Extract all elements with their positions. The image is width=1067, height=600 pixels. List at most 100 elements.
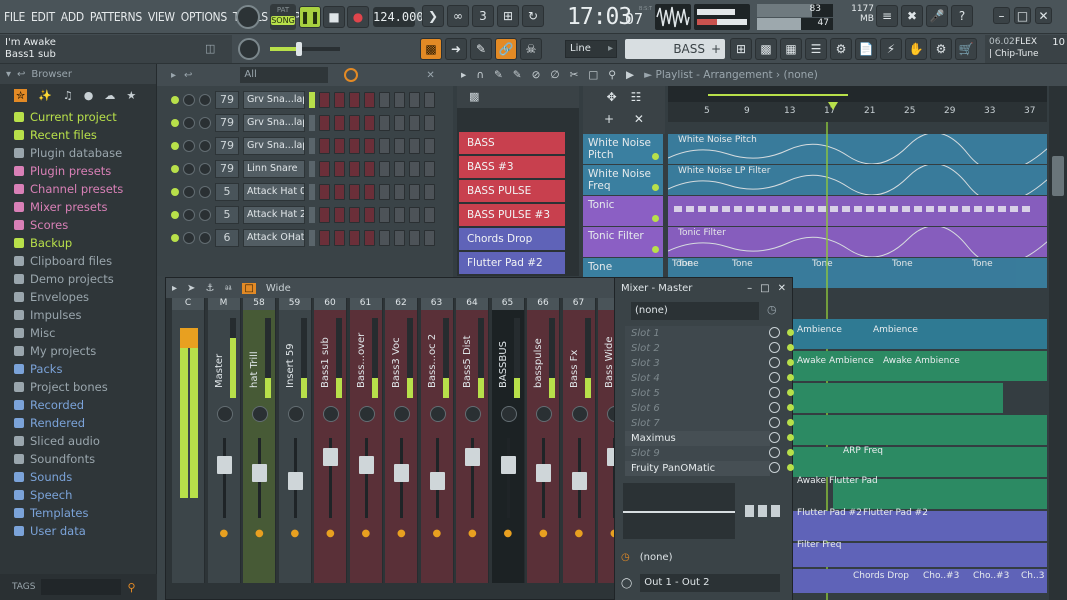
mixer-strip[interactable]: 67 Bass Fx ● bbox=[562, 298, 596, 583]
picker-icon[interactable]: ▩ bbox=[469, 90, 479, 103]
mixer-strip[interactable]: 60 Bass1 sub ● bbox=[314, 298, 347, 583]
effect-slot[interactable]: Slot 7 bbox=[625, 416, 794, 431]
record-audio-button[interactable]: 🎤 bbox=[926, 5, 948, 27]
browser-item[interactable]: Mixer presets bbox=[0, 198, 156, 216]
mixer-strip[interactable]: 62 Bass3 Voc ● bbox=[385, 298, 418, 583]
restore-button[interactable]: □ bbox=[1014, 7, 1031, 24]
channel-rack-window-button[interactable]: ▦ bbox=[780, 38, 802, 60]
channel-route[interactable]: 6 bbox=[215, 228, 239, 247]
step-button[interactable] bbox=[409, 160, 420, 177]
piano-roll-window-button[interactable]: ▩ bbox=[755, 38, 777, 60]
step-button[interactable] bbox=[409, 229, 420, 246]
slot-mix-knob[interactable] bbox=[769, 357, 780, 368]
strip-pan-knob[interactable] bbox=[287, 406, 304, 422]
step-button[interactable] bbox=[334, 114, 345, 131]
master-volume-knob[interactable] bbox=[236, 5, 260, 29]
news-panel[interactable]: 06.02 FLEX | Chip-Tune 10 bbox=[985, 35, 1067, 63]
slot-enable-led[interactable] bbox=[787, 464, 794, 471]
play-button[interactable]: ❚❚ bbox=[299, 6, 321, 28]
browser-item[interactable]: Recorded bbox=[0, 396, 156, 414]
step-button[interactable] bbox=[319, 183, 330, 200]
strip-pan-knob[interactable] bbox=[429, 406, 446, 422]
browser-item[interactable]: Project bones bbox=[0, 378, 156, 396]
effect-slot[interactable]: Slot 4 bbox=[625, 371, 794, 386]
channel-volume-knob[interactable] bbox=[199, 231, 211, 244]
close-icon[interactable]: ✕ bbox=[778, 283, 786, 294]
arrow-button[interactable]: ➜ bbox=[445, 38, 467, 60]
slot-enable-led[interactable] bbox=[787, 449, 794, 456]
zoom-icon[interactable]: ⚲ bbox=[608, 69, 616, 81]
strip-fader-handle[interactable] bbox=[536, 464, 551, 482]
plugin-filter-icon[interactable]: ● bbox=[84, 89, 94, 102]
swing-knob[interactable] bbox=[344, 68, 359, 82]
slot-enable-led[interactable] bbox=[787, 389, 794, 396]
step-button[interactable] bbox=[424, 137, 435, 154]
browser-item[interactable]: Current project bbox=[0, 108, 156, 126]
pattern-item[interactable]: Flutter Pad #2 bbox=[459, 252, 565, 274]
step-button[interactable] bbox=[319, 229, 330, 246]
channel-row[interactable]: 79Grv Sna...lap 28 bbox=[157, 88, 453, 111]
step-button[interactable] bbox=[364, 160, 375, 177]
mixer-strip[interactable]: 65 BASSBUS ● bbox=[491, 298, 525, 583]
channel-volume-knob[interactable] bbox=[199, 139, 211, 152]
browser-item[interactable]: Clipboard files bbox=[0, 252, 156, 270]
slot-enable-led[interactable] bbox=[787, 344, 794, 351]
menu-options[interactable]: OPTIONS bbox=[181, 10, 227, 24]
channel-row[interactable]: 79 Linn Snare bbox=[157, 157, 453, 180]
rack-close-icon[interactable]: ✕ bbox=[426, 70, 434, 81]
channel-row[interactable]: 5Attack Hat 24 bbox=[157, 203, 453, 226]
channel-select[interactable] bbox=[309, 91, 315, 108]
strip-record-icon[interactable]: ● bbox=[433, 528, 442, 539]
step-button[interactable] bbox=[349, 114, 360, 131]
strip-fader-handle[interactable] bbox=[500, 456, 516, 474]
track-header[interactable]: Tonic bbox=[583, 196, 663, 226]
channel-led[interactable] bbox=[171, 187, 179, 196]
menu-view[interactable]: VIEW bbox=[148, 10, 175, 24]
strip-record-icon[interactable]: ● bbox=[575, 528, 584, 539]
mixer-layout-icon[interactable]: □ bbox=[242, 282, 256, 294]
tempo-window-button[interactable]: ⚙ bbox=[830, 38, 852, 60]
metronome-button[interactable]: ❯ bbox=[422, 5, 444, 27]
loop-record-button[interactable]: ↻ bbox=[522, 5, 544, 27]
step-button[interactable] bbox=[349, 91, 360, 108]
step-button[interactable] bbox=[379, 160, 390, 177]
master-pitch-slider[interactable] bbox=[270, 42, 340, 56]
channel-pan-knob[interactable] bbox=[183, 162, 195, 175]
browser-item[interactable]: Speech bbox=[0, 486, 156, 504]
channel-row[interactable]: 6Attack OHat 02 bbox=[157, 226, 453, 249]
step-button[interactable] bbox=[394, 91, 405, 108]
playback-icon[interactable]: ▶ bbox=[626, 69, 634, 81]
effect-slot[interactable]: Maximus bbox=[625, 431, 794, 446]
channel-pan-knob[interactable] bbox=[183, 116, 195, 129]
step-edit-button[interactable]: ⊞ bbox=[497, 5, 519, 27]
slot-mix-knob[interactable] bbox=[769, 327, 780, 338]
step-button[interactable] bbox=[424, 229, 435, 246]
strip-pan-knob[interactable] bbox=[358, 406, 375, 422]
step-button[interactable] bbox=[334, 137, 345, 154]
pattern-item[interactable]: BASS #3 bbox=[459, 156, 565, 178]
strip-record-icon[interactable]: ● bbox=[326, 528, 335, 539]
browser-item[interactable]: Packs bbox=[0, 360, 156, 378]
browser-item[interactable]: Demo projects bbox=[0, 270, 156, 288]
effect-slot[interactable]: Slot 3 bbox=[625, 356, 794, 371]
step-button[interactable] bbox=[424, 183, 435, 200]
record-button[interactable]: ● bbox=[347, 6, 369, 28]
step-button[interactable] bbox=[379, 183, 390, 200]
brush-button[interactable]: ✎ bbox=[470, 38, 492, 60]
channel-volume-knob[interactable] bbox=[199, 208, 211, 221]
channel-route[interactable]: 79 bbox=[215, 113, 239, 132]
channel-name[interactable]: Attack OHat 02 bbox=[243, 228, 305, 247]
channel-route[interactable]: 79 bbox=[215, 136, 239, 155]
panic-button[interactable]: ≡ bbox=[876, 5, 898, 27]
step-button[interactable] bbox=[394, 160, 405, 177]
paint-icon[interactable]: ✎ bbox=[513, 69, 522, 81]
search-icon[interactable]: ⚲ bbox=[127, 581, 135, 594]
channel-name[interactable]: Grv Sna...lap 13 bbox=[243, 113, 305, 132]
channel-led[interactable] bbox=[171, 210, 179, 219]
channel-led[interactable] bbox=[171, 141, 179, 150]
wait-input-button[interactable]: ∞ bbox=[447, 5, 469, 27]
slot-mix-knob[interactable] bbox=[769, 402, 780, 413]
pat-song-switch[interactable]: PAT SONG bbox=[270, 4, 296, 30]
slot-enable-led[interactable] bbox=[787, 419, 794, 426]
channel-pan-knob[interactable] bbox=[183, 231, 195, 244]
